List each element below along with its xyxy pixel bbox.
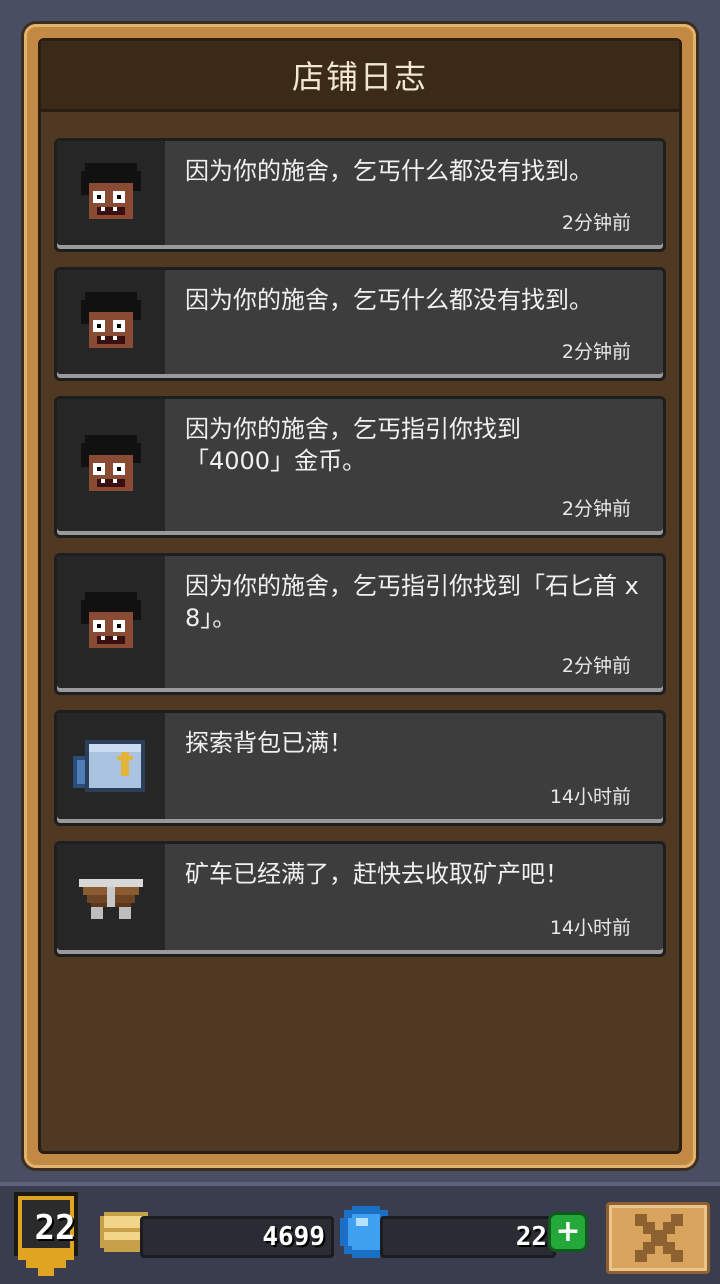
log-text: 因为你的施舍，乞丐指引你找到「4000」金币。 [185,415,521,475]
log-item: 探索背包已满！ 14小时前 [54,710,666,826]
log-text: 探索背包已满！ [185,729,353,757]
log-icon-cell [57,270,165,374]
log-body: 因为你的施舍，乞丐指引你找到「石匕首 x 8」。 2分钟前 [165,556,663,692]
log-icon-cell [57,844,165,950]
close-button[interactable] [606,1202,710,1274]
log-item: 矿车已经满了，赶快去收取矿产吧！ 14小时前 [54,841,666,957]
gem-value: 22 [515,1222,547,1252]
beggar-icon [81,435,141,491]
bottom-bar: 22 4699 22 + [0,1182,720,1284]
add-gems-button[interactable]: + [548,1212,588,1252]
log-icon-cell [57,141,165,245]
log-text: 因为你的施舍，乞丐什么都没有找到。 [185,286,593,314]
log-text: 因为你的施舍，乞丐指引你找到「石匕首 x 8」。 [185,572,639,632]
log-icon-cell [57,713,165,819]
log-time: 14小时前 [549,786,631,808]
level-value: 22 [34,1208,76,1248]
log-time: 14小时前 [549,917,631,939]
close-icon [635,1214,683,1262]
title-bar: 店铺日志 [41,41,679,112]
log-body: 因为你的施舍，乞丐什么都没有找到。 2分钟前 [165,141,663,249]
level-badge[interactable]: 22 [10,1192,82,1284]
log-text: 因为你的施舍，乞丐什么都没有找到。 [185,157,593,185]
backpack-icon [73,740,145,792]
log-time: 2分钟前 [561,341,631,363]
beggar-icon [81,163,141,219]
log-body: 因为你的施舍，乞丐什么都没有找到。 2分钟前 [165,270,663,378]
coin-counter: 4699 [140,1216,334,1258]
log-body: 因为你的施舍，乞丐指引你找到「4000」金币。 2分钟前 [165,399,663,535]
plus-icon: + [555,1214,581,1249]
log-icon-cell [57,399,165,531]
log-icon-cell [57,556,165,688]
log-text: 矿车已经满了，赶快去收取矿产吧！ [185,860,569,888]
minecart-icon [79,879,143,919]
log-time: 2分钟前 [561,498,631,520]
log-body: 探索背包已满！ 14小时前 [165,713,663,823]
log-item: 因为你的施舍，乞丐什么都没有找到。 2分钟前 [54,138,666,252]
coin-value: 4699 [262,1222,325,1252]
log-body: 矿车已经满了，赶快去收取矿产吧！ 14小时前 [165,844,663,954]
gem-counter: 22 [380,1216,556,1258]
beggar-icon [81,292,141,348]
log-time: 2分钟前 [561,655,631,677]
log-item: 因为你的施舍，乞丐指引你找到「石匕首 x 8」。 2分钟前 [54,553,666,695]
log-item: 因为你的施舍，乞丐什么都没有找到。 2分钟前 [54,267,666,381]
log-item: 因为你的施舍，乞丐指引你找到「4000」金币。 2分钟前 [54,396,666,538]
log-list: 因为你的施舍，乞丐什么都没有找到。 2分钟前 因为你的施舍，乞丐什么都没有找到。 [54,138,666,972]
beggar-icon [81,592,141,648]
log-time: 2分钟前 [561,212,631,234]
page-title: 店铺日志 [291,58,428,96]
